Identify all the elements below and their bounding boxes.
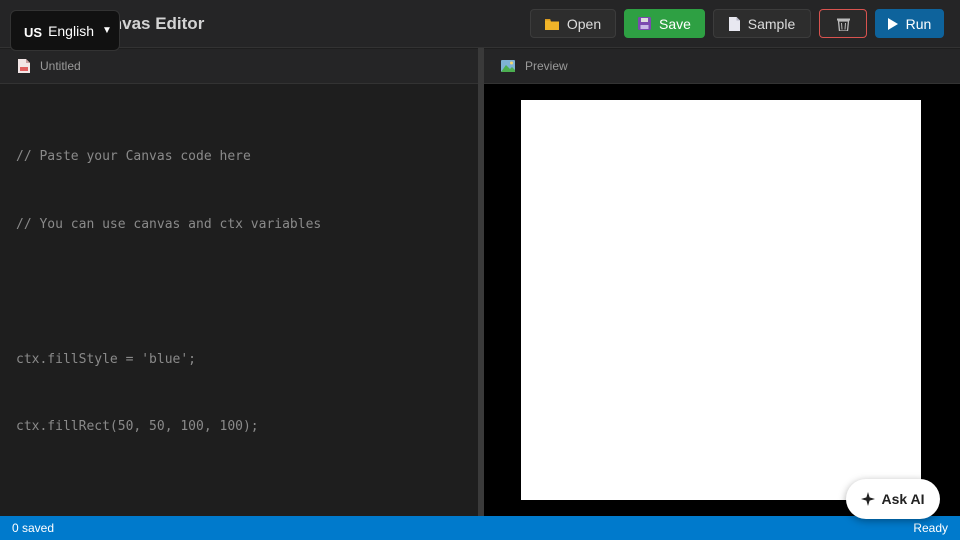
status-text: Ready: [913, 521, 948, 535]
app-window: Canvas Editor US English ▼ Open Save Sam…: [0, 0, 960, 540]
clear-button[interactable]: [819, 9, 867, 38]
file-icon: [18, 59, 30, 73]
preview-tab: Preview: [484, 49, 960, 84]
folder-icon: [544, 18, 559, 30]
save-button[interactable]: Save: [624, 9, 705, 38]
code-line: // You can use canvas and ctx variables: [16, 216, 322, 232]
run-label: Run: [905, 15, 932, 32]
preview-canvas: [521, 100, 921, 500]
image-icon: [501, 60, 515, 72]
document-icon: [728, 16, 740, 31]
save-label: Save: [659, 15, 691, 32]
run-button[interactable]: Run: [875, 9, 944, 38]
code-line: ctx.fillRect(50, 50, 100, 100);: [16, 419, 259, 434]
status-bar: 0 saved Ready: [0, 516, 960, 540]
language-label: English: [48, 22, 94, 39]
sparkle-icon: [861, 492, 876, 506]
language-selector[interactable]: US English ▼: [10, 10, 120, 51]
play-icon: [887, 17, 898, 30]
floppy-disk-icon: [638, 17, 652, 30]
sample-button[interactable]: Sample: [713, 9, 811, 38]
ask-ai-button[interactable]: Ask AI: [846, 479, 940, 519]
code-line: // Paste your Canvas code here: [16, 149, 251, 164]
sample-label: Sample: [747, 15, 796, 32]
us-flag-icon: US: [24, 24, 43, 40]
ask-ai-label: Ask AI: [881, 491, 925, 507]
code-editor[interactable]: // Paste your Canvas code here // You ca…: [0, 84, 478, 516]
caret-down-icon: ▼: [101, 25, 112, 36]
editor-tab-label: Untitled: [40, 59, 81, 73]
open-label: Open: [566, 15, 602, 32]
trash-icon: [836, 17, 850, 31]
open-button[interactable]: Open: [530, 9, 616, 38]
header-bar: Canvas Editor US English ▼ Open Save Sam…: [0, 0, 960, 51]
code-line: ctx.fillStyle = 'blue';: [16, 351, 197, 367]
editor-tab[interactable]: Untitled: [0, 49, 478, 84]
saved-count: 0 saved: [12, 521, 55, 535]
preview-area: [484, 84, 960, 516]
preview-tab-label: Preview: [525, 59, 568, 73]
